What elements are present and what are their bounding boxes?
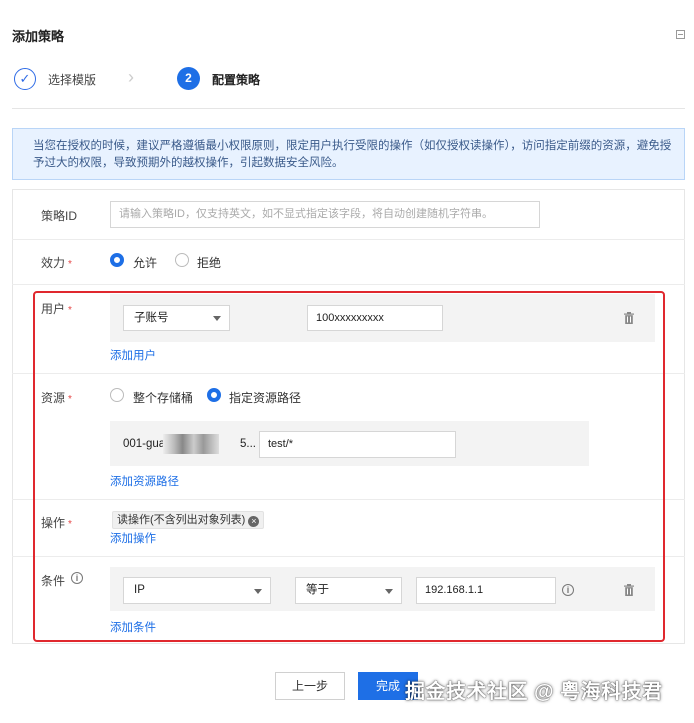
step-chevron-right-icon: › <box>128 67 134 87</box>
steps-divider <box>12 108 685 109</box>
step-1-label[interactable]: 选择模版 <box>48 71 96 88</box>
effect-allow-label[interactable]: 允许 <box>133 254 157 271</box>
dialog-title: 添加策略 <box>12 29 65 44</box>
prev-step-button[interactable]: 上一步 <box>275 672 345 700</box>
effect-label: 效力 * <box>41 256 72 270</box>
minimize-icon[interactable] <box>676 30 685 39</box>
policy-id-input[interactable]: 请输入策略ID，仅支持英文，如不显式指定该字段，将自动创建随机字符串。 <box>110 201 540 228</box>
effect-allow-radio[interactable] <box>110 253 124 267</box>
highlight-annotation-frame <box>33 291 665 642</box>
effect-deny-label[interactable]: 拒绝 <box>197 254 221 271</box>
effect-deny-radio[interactable] <box>175 253 189 267</box>
policy-id-label: 策略ID <box>41 209 78 223</box>
security-notice: 当您在授权的时候，建议严格遵循最小权限原则，限定用户执行受限的操作（如仅授权读操… <box>12 128 685 180</box>
step-done-check-icon: ✓ <box>14 68 36 90</box>
row-divider <box>12 284 685 285</box>
step-2-label: 配置策略 <box>212 73 261 87</box>
step-2-number: 2 <box>177 67 200 90</box>
watermark: 掘金技术社区 @ 粤海科技君 <box>405 681 663 703</box>
row-divider <box>12 239 685 240</box>
